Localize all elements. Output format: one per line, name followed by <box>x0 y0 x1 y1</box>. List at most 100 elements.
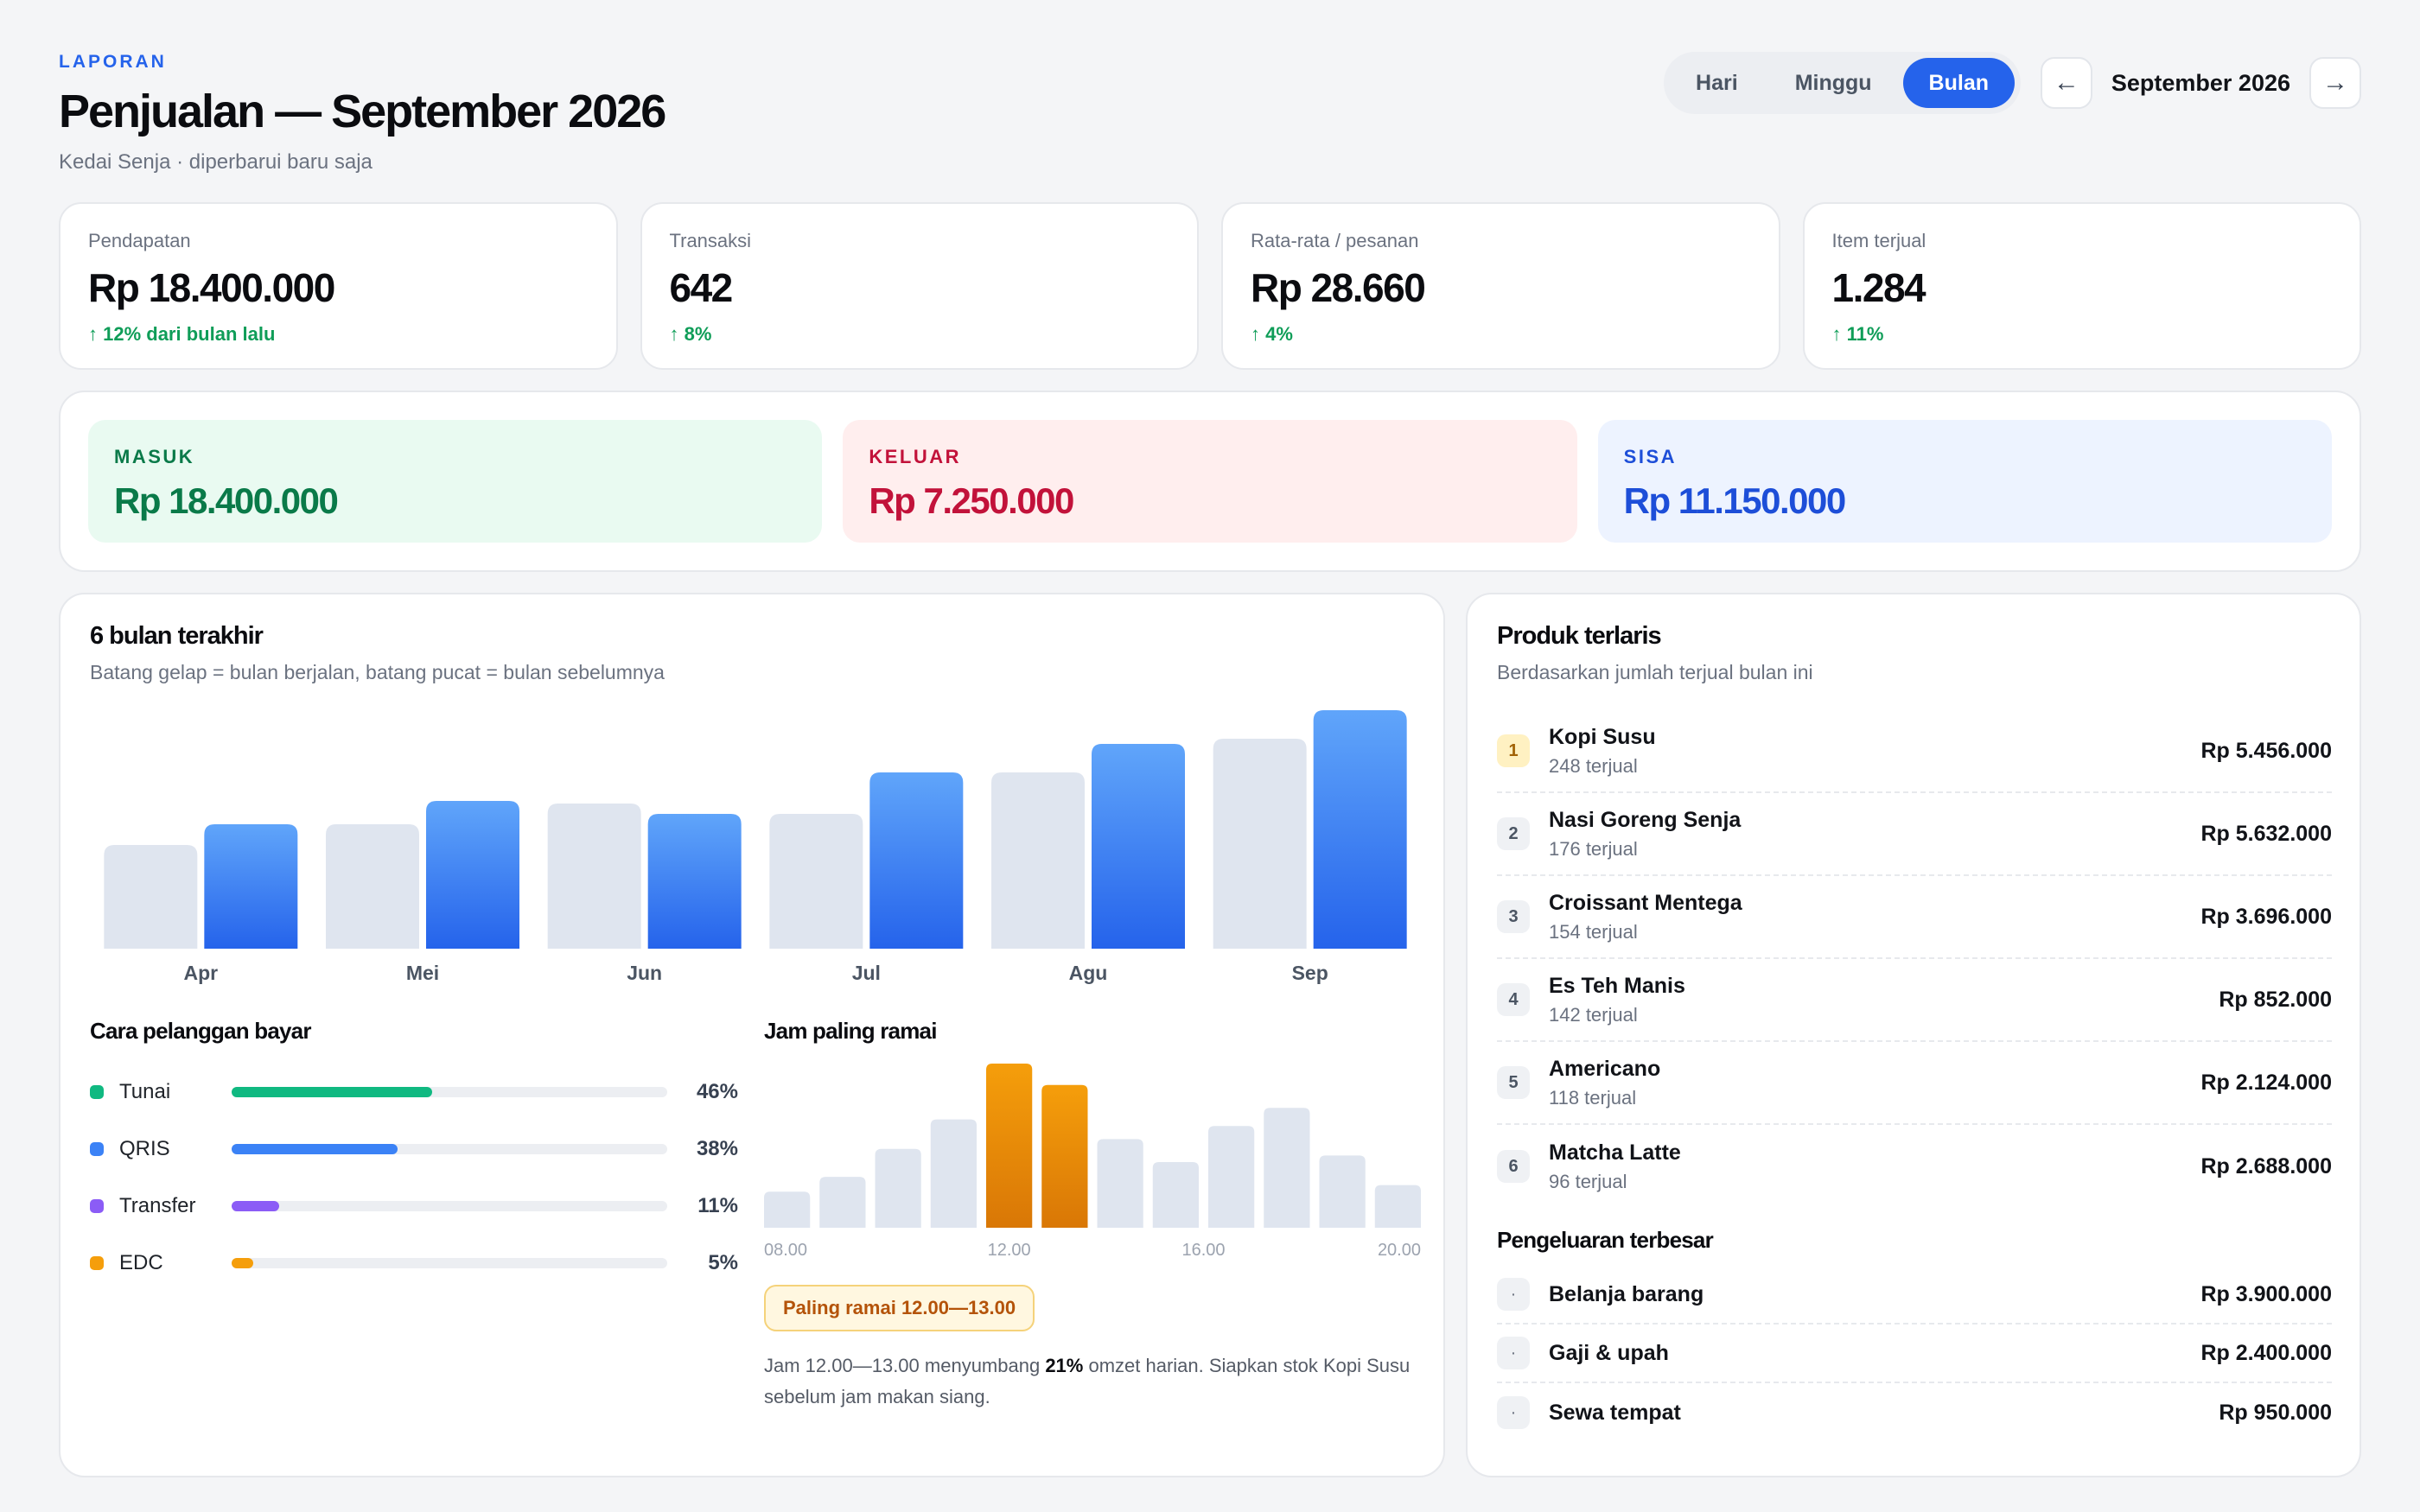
payment-name: Transfer <box>119 1194 196 1217</box>
list-item[interactable]: 3 Croissant Mentega 154 terjual Rp 3.696… <box>1497 876 2332 959</box>
range-option-day[interactable]: Hari <box>1670 58 1764 108</box>
rank-badge: 2 <box>1497 817 1530 850</box>
rank-badge: 3 <box>1497 900 1530 933</box>
kpi-delta: ↑ 4% <box>1251 323 1293 345</box>
page-subtitle: Kedai Senja · diperbarui baru saja <box>59 150 373 174</box>
list-item[interactable]: · Belanja barang Rp 3.900.000 <box>1497 1266 2332 1325</box>
hour-bar <box>1152 1162 1199 1228</box>
payment-fill <box>232 1201 280 1211</box>
product-amount: Rp 852.000 <box>2219 987 2332 1012</box>
bar-current-jun <box>647 814 742 949</box>
legend-dot <box>90 1085 104 1099</box>
arrow-left-icon: ← <box>2053 68 2079 97</box>
bar-current-agu <box>1092 744 1185 949</box>
kpi-label: Transaksi <box>669 230 752 251</box>
cashflow-rest-value: Rp 11.150.000 <box>1623 480 1847 521</box>
next-period-button[interactable]: → <box>2309 57 2361 109</box>
cashflow-in: MASUK Rp 18.400.000 <box>88 420 823 543</box>
hour-bar <box>930 1119 977 1228</box>
expense-name: Gaji & upah <box>1549 1340 1669 1365</box>
prev-period-button[interactable]: ← <box>2040 57 2092 109</box>
monthly-bar-chart: Apr Mei Jun Jul Agu Sep <box>90 689 1421 1018</box>
list-item[interactable]: 4 Es Teh Manis 142 terjual Rp 852.000 <box>1497 959 2332 1042</box>
x-tick-label: Agu <box>1069 962 1108 984</box>
payment-row-tunai: Tunai 46% <box>90 1064 738 1121</box>
payment-methods: Cara pelanggan bayar Tunai 46% QRIS 38% … <box>90 1018 738 1292</box>
rank-badge: 6 <box>1497 1150 1530 1183</box>
payment-track <box>232 1258 667 1268</box>
payment-row-qris: QRIS 38% <box>90 1121 738 1178</box>
hour-bar <box>764 1191 811 1228</box>
note-text: Jam 12.00—13.00 menyumbang <box>764 1355 1046 1376</box>
bullet-icon: · <box>1497 1278 1530 1311</box>
header: LAPORAN Penjualan — September 2026 Kedai… <box>59 52 2361 181</box>
bar-previous-sep <box>1213 739 1307 949</box>
range-toggle: Hari Minggu Bulan <box>1664 52 2021 114</box>
payment-percent: 38% <box>696 1137 738 1160</box>
cashflow-out: KELUAR Rp 7.250.000 <box>843 420 1577 543</box>
bar-previous-agu <box>991 772 1085 949</box>
cashflow-out-value: Rp 7.250.000 <box>869 480 1074 521</box>
page: LAPORAN Penjualan — September 2026 Kedai… <box>0 0 2420 1512</box>
payment-methods-title: Cara pelanggan bayar <box>90 1018 311 1044</box>
product-name: Matcha Latte <box>1549 1140 1681 1165</box>
list-item[interactable]: · Sewa tempat Rp 950.000 <box>1497 1383 2332 1442</box>
kpi-card-items-sold: Item terjual 1.284 ↑ 11% <box>1802 202 2361 370</box>
payment-name: Tunai <box>119 1080 171 1103</box>
payment-name: EDC <box>119 1251 163 1274</box>
bar-current-apr <box>204 824 298 949</box>
kpi-value: Rp 18.400.000 <box>88 265 335 310</box>
list-item[interactable]: 6 Matcha Latte 96 terjual Rp 2.688.000 <box>1497 1125 2332 1208</box>
payment-percent: 11% <box>697 1194 738 1217</box>
bar-previous-apr <box>104 845 198 949</box>
kpi-row: Pendapatan Rp 18.400.000 ↑ 12% dari bula… <box>59 202 2361 370</box>
busy-hours: Jam paling ramai 08.00 12.00 16.00 20.00 Pa… <box>764 1018 1421 1413</box>
expense-name: Belanja barang <box>1549 1281 1704 1306</box>
hour-bar <box>1319 1155 1366 1228</box>
list-item[interactable]: 1 Kopi Susu 248 terjual Rp 5.456.000 <box>1497 710 2332 793</box>
cashflow-out-label: KELUAR <box>869 446 961 467</box>
expense-amount: Rp 2.400.000 <box>2200 1340 2333 1365</box>
busy-hours-title: Jam paling ramai <box>764 1018 937 1044</box>
kpi-label: Item terjual <box>1831 230 1926 251</box>
product-sold: 118 terjual <box>1549 1086 1637 1109</box>
kpi-label: Rata-rata / pesanan <box>1251 230 1419 251</box>
list-item[interactable]: 2 Nasi Goreng Senja 176 terjual Rp 5.632… <box>1497 793 2332 876</box>
trend-subtitle: Batang gelap = bulan berjalan, batang pu… <box>90 661 665 683</box>
cashflow-rest-label: SISA <box>1623 446 1678 467</box>
payment-percent: 5% <box>708 1251 738 1274</box>
payment-track <box>232 1087 667 1097</box>
top-products-panel: Produk terlaris Berdasarkan jumlah terju… <box>1466 593 2361 1477</box>
list-item[interactable]: · Gaji & upah Rp 2.400.000 <box>1497 1325 2332 1383</box>
legend-dot <box>90 1256 104 1270</box>
kpi-value: 642 <box>669 265 734 310</box>
kpi-delta: ↑ 8% <box>669 323 712 345</box>
rank-badge: 1 <box>1497 734 1530 767</box>
bar-current-jul <box>869 772 964 949</box>
payment-row-edc: EDC 5% <box>90 1235 738 1292</box>
product-amount: Rp 5.456.000 <box>2200 738 2333 763</box>
range-option-week[interactable]: Minggu <box>1769 58 1898 108</box>
rank-badge: 4 <box>1497 983 1530 1016</box>
busy-hours-chart-svg: 08.00 12.00 16.00 20.00 <box>764 1064 1421 1260</box>
x-tick-label: 12.00 <box>988 1241 1031 1260</box>
range-option-month[interactable]: Bulan <box>1902 58 2015 108</box>
product-name: Es Teh Manis <box>1549 973 1685 998</box>
x-tick-label: Sep <box>1292 962 1328 984</box>
list-item[interactable]: 5 Americano 118 terjual Rp 2.124.000 <box>1497 1042 2332 1125</box>
note-highlight: 21% <box>1045 1355 1084 1376</box>
x-tick-label: 16.00 <box>1181 1241 1225 1260</box>
period-navigator: ← September 2026 → <box>2040 57 2361 109</box>
kpi-value: 1.284 <box>1831 265 1926 310</box>
kpi-card-average-order: Rata-rata / pesanan Rp 28.660 ↑ 4% <box>1221 202 1780 370</box>
product-name: Kopi Susu <box>1549 724 1656 749</box>
cashflow-in-value: Rp 18.400.000 <box>114 480 339 521</box>
payment-fill <box>232 1144 398 1154</box>
kpi-delta: ↑ 11% <box>1831 323 1884 345</box>
hour-bar-peak <box>1041 1084 1088 1228</box>
payment-fill <box>232 1087 432 1097</box>
top-products-title: Produk terlaris <box>1497 622 1662 650</box>
hour-bar-peak <box>986 1064 1033 1228</box>
monthly-bar-chart-svg: Apr Mei Jun Jul Agu Sep <box>104 710 1407 984</box>
product-name: Americano <box>1549 1056 1661 1081</box>
